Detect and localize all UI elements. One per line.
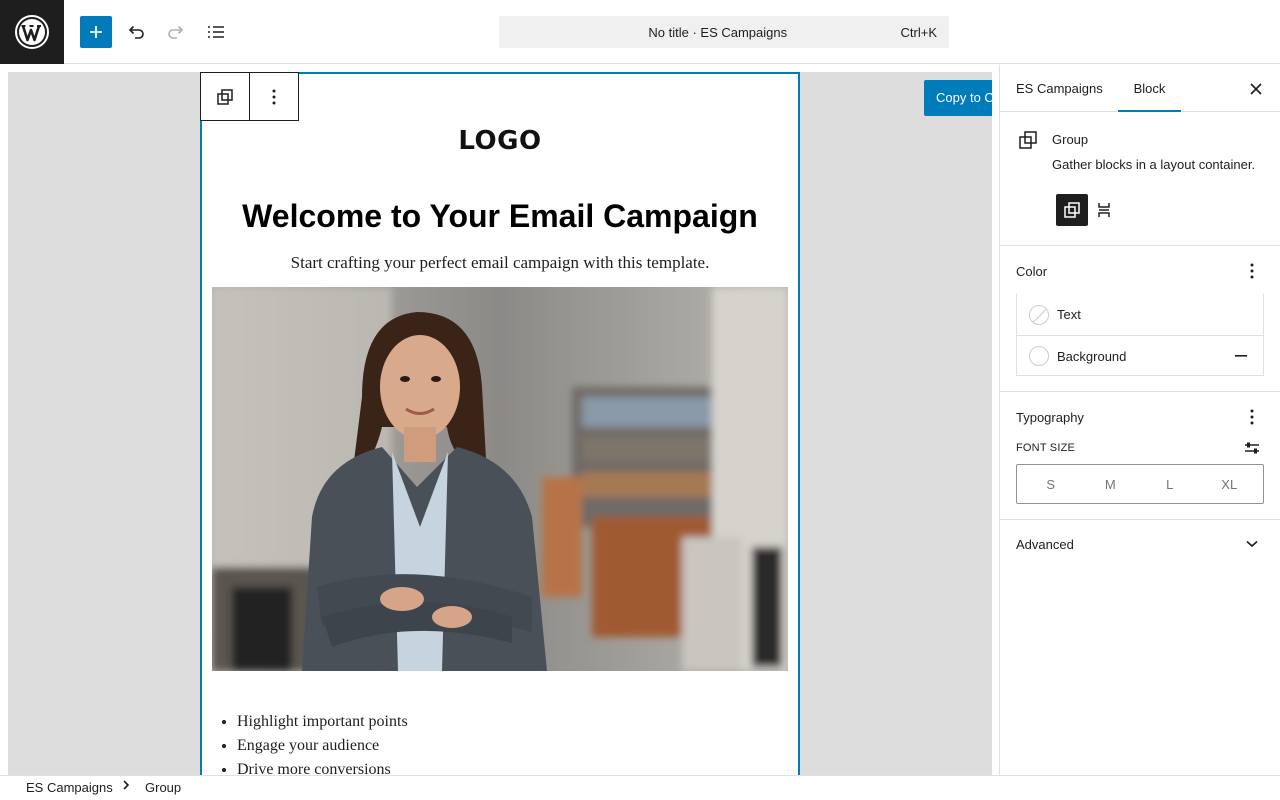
- undo-icon: [128, 25, 144, 39]
- chevron-right-icon: [122, 779, 130, 794]
- font-size-option-s[interactable]: S: [1031, 477, 1071, 492]
- close-sidebar-button[interactable]: [1244, 77, 1268, 101]
- group-icon: [217, 88, 233, 105]
- block-type-button[interactable]: [201, 73, 250, 120]
- font-size-option-xl[interactable]: XL: [1209, 477, 1249, 492]
- stack-variant-button[interactable]: [1088, 194, 1120, 226]
- font-size-custom-button[interactable]: [1240, 436, 1264, 460]
- undo-button[interactable]: [120, 16, 152, 48]
- email-subline[interactable]: Start crafting your perfect email campai…: [202, 253, 798, 273]
- minus-icon: [1235, 355, 1247, 357]
- typography-options-button[interactable]: [1240, 405, 1264, 429]
- breadcrumb-item[interactable]: ES Campaigns: [26, 780, 113, 795]
- color-options-button[interactable]: [1240, 259, 1264, 283]
- color-list: Text Background: [1016, 294, 1264, 376]
- block-options-button[interactable]: [250, 73, 299, 120]
- advanced-panel-title: Advanced: [1016, 537, 1074, 552]
- shortcut-hint: Ctrl+K: [900, 24, 937, 40]
- block-description: Gather blocks in a layout container.: [1052, 157, 1256, 172]
- top-toolbar: No title · ES Campaigns Ctrl+K: [0, 0, 1280, 64]
- settings-sliders-icon: [1245, 442, 1259, 454]
- block-name: Group: [1052, 132, 1089, 147]
- color-item-label: Background: [1057, 348, 1127, 364]
- group-variant-button[interactable]: [1056, 194, 1088, 226]
- tab-block[interactable]: Block: [1118, 65, 1181, 112]
- text-color-swatch: [1029, 304, 1049, 325]
- breadcrumb-item[interactable]: Group: [145, 780, 181, 795]
- background-color-swatch: [1029, 346, 1049, 366]
- group-icon: [1064, 202, 1080, 218]
- font-size-option-l[interactable]: L: [1150, 477, 1190, 492]
- sidebar-tabs: ES Campaigns Block: [1000, 65, 1280, 112]
- typography-panel: Typography FONT SIZE S M L XL: [1000, 392, 1280, 520]
- block-toolbar: [200, 72, 299, 121]
- add-block-button[interactable]: [80, 16, 112, 48]
- reset-background-button[interactable]: [1233, 348, 1249, 364]
- stack-icon: [1098, 203, 1110, 217]
- wordpress-logo-icon[interactable]: [0, 0, 64, 64]
- logo-text[interactable]: LOGO: [202, 126, 798, 156]
- feature-list[interactable]: Highlight important points Engage your a…: [237, 710, 408, 775]
- font-size-label: FONT SIZE: [1016, 442, 1076, 454]
- font-size-toggle-group: S M L XL: [1016, 464, 1264, 504]
- document-overview-icon: [208, 26, 224, 38]
- copy-to-campaign-button[interactable]: Copy to Ca: [924, 80, 992, 116]
- document-overview-button[interactable]: [200, 16, 232, 48]
- editor-canvas: LOGO Welcome to Your Email Campaign Star…: [8, 72, 992, 775]
- settings-sidebar: ES Campaigns Block Group Gather blocks i…: [999, 65, 1280, 775]
- tab-es-campaigns[interactable]: ES Campaigns: [1016, 65, 1103, 112]
- kebab-icon: [1250, 409, 1254, 425]
- color-item-label: Text: [1057, 307, 1081, 322]
- list-item[interactable]: Engage your audience: [237, 734, 408, 758]
- redo-icon: [168, 25, 184, 39]
- kebab-icon: [272, 89, 276, 104]
- list-item[interactable]: Drive more conversions: [237, 758, 408, 775]
- list-item[interactable]: Highlight important points: [237, 710, 408, 734]
- chevron-down-icon: [1246, 540, 1258, 548]
- color-text-item[interactable]: Text: [1017, 294, 1263, 335]
- color-background-item[interactable]: Background: [1017, 335, 1263, 376]
- close-icon: [1250, 83, 1262, 95]
- advanced-toggle[interactable]: [1240, 532, 1264, 556]
- group-icon: [1019, 131, 1037, 149]
- redo-button[interactable]: [160, 16, 192, 48]
- font-size-option-m[interactable]: M: [1090, 477, 1130, 492]
- block-card: Group Gather blocks in a layout containe…: [1000, 112, 1280, 246]
- plus-icon: [90, 26, 102, 38]
- color-panel: Color Text Background: [1000, 246, 1280, 392]
- color-panel-title: Color: [1016, 264, 1048, 279]
- advanced-panel[interactable]: Advanced: [1000, 520, 1280, 568]
- block-breadcrumb: ES Campaigns Group: [0, 775, 1280, 800]
- hero-image[interactable]: [212, 287, 788, 671]
- document-title: No title · ES Campaigns: [648, 24, 788, 40]
- email-headline[interactable]: Welcome to Your Email Campaign: [202, 198, 798, 235]
- kebab-icon: [1250, 263, 1254, 279]
- command-palette-button[interactable]: No title · ES Campaigns Ctrl+K: [499, 16, 949, 48]
- email-group-block[interactable]: LOGO Welcome to Your Email Campaign Star…: [200, 72, 800, 775]
- typography-panel-title: Typography: [1016, 410, 1084, 425]
